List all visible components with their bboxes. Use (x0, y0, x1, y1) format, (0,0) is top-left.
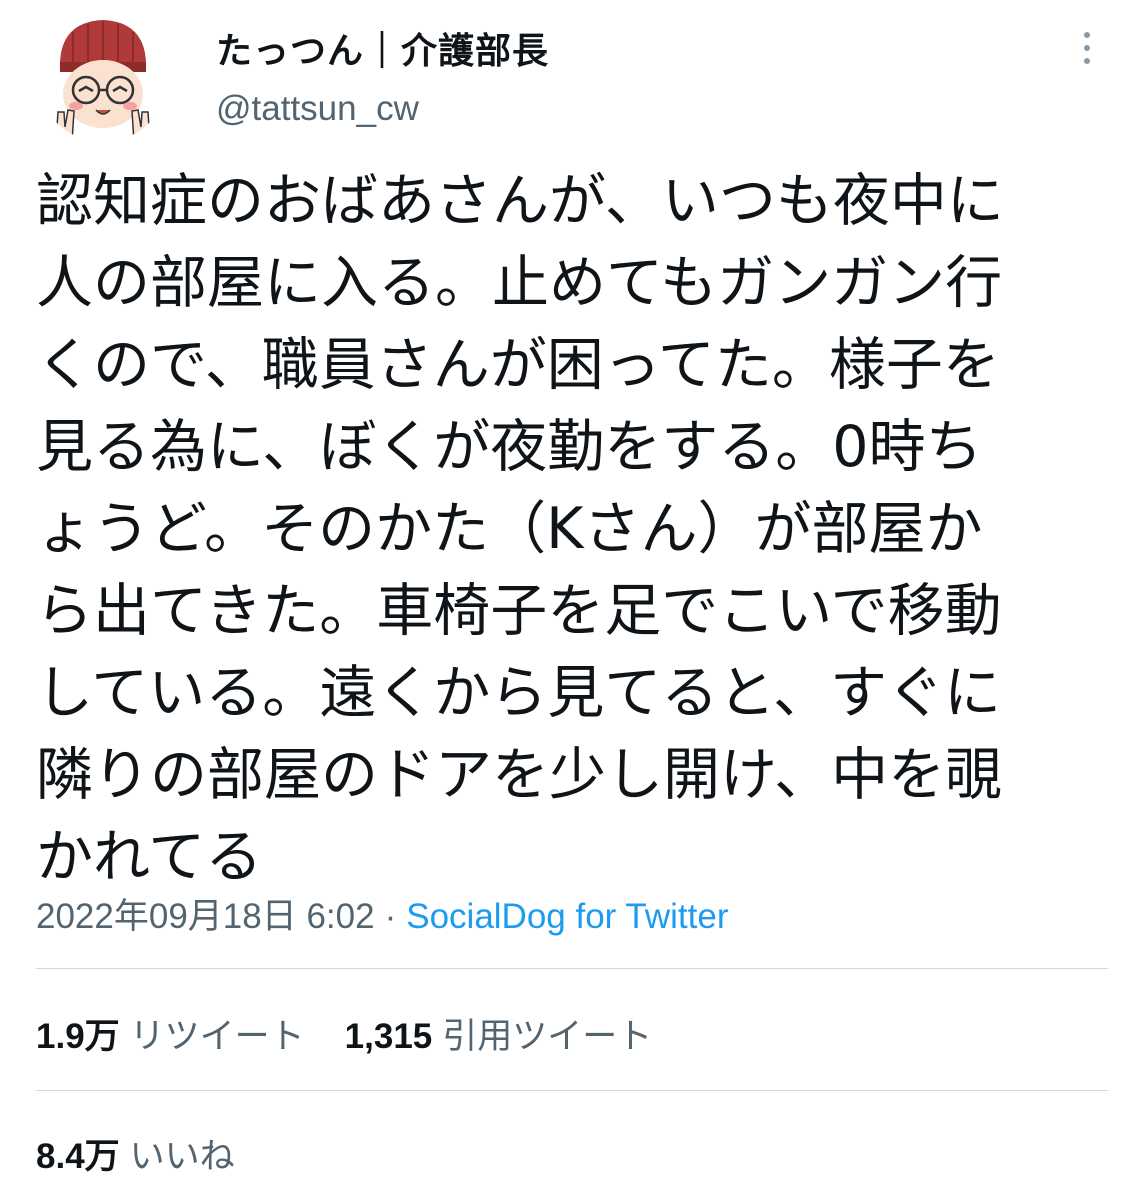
divider (36, 968, 1108, 969)
retweets-label: リツイート (129, 1017, 305, 1057)
more-options-icon[interactable] (1070, 26, 1104, 70)
tweet-detail: たっつん｜介護部長 @tattsun_cw 認知症のおばあさんが、いつも夜中に … (0, 0, 1129, 1200)
tweet-text-line: 認知症のおばあさんが、いつも夜中に (36, 168, 1004, 234)
engagement-stats: 1.9万 リツイート 1,315 引用ツイート (36, 1008, 692, 1059)
quotes-count: 1,315 (344, 1017, 433, 1056)
user-handle[interactable]: @tattsun_cw (216, 89, 419, 129)
likes-label: いいね (129, 1137, 235, 1177)
tweet-timestamp[interactable]: 2022年09月18日 6:02 (36, 897, 375, 936)
retweets-count: 1.9万 (36, 1017, 120, 1056)
likes-stat[interactable]: 8.4万 いいね (36, 1128, 235, 1179)
tweet-text-line: ょうど。そのかた（Kさん）が部屋か (36, 496, 983, 562)
tweet-text-line: 隣りの部屋のドアを少し開け、中を覗 (36, 742, 1003, 808)
meta-separator: · (384, 897, 397, 936)
tweet-text-line: している。遠くから見てると、すぐに (36, 660, 1002, 726)
retweets-stat[interactable]: 1.9万 リツイート (36, 1008, 305, 1059)
tweet-text-line: くので、職員さんが困ってた。様子を (36, 332, 1000, 398)
tweet-text-line: ら出てきた。車椅子を足でこいで移動 (36, 578, 1002, 644)
likes-stats: 8.4万 いいね (36, 1128, 275, 1179)
tweet-text-line: かれてる (36, 824, 263, 890)
quotes-stat[interactable]: 1,315 引用ツイート (345, 1008, 653, 1059)
avatar[interactable] (38, 12, 168, 142)
tweet-text: 認知症のおばあさんが、いつも夜中に 人の部屋に入る。止めてもガンガン行 くので、… (36, 160, 1111, 898)
avatar-illustration-icon (38, 12, 168, 142)
tweet-text-line: 人の部屋に入る。止めてもガンガン行 (36, 250, 1003, 316)
divider (36, 1090, 1108, 1091)
tweet-meta: 2022年09月18日 6:02 · SocialDog for Twitter (36, 888, 729, 939)
tweet-source-link[interactable]: SocialDog for Twitter (406, 897, 728, 936)
display-name[interactable]: たっつん｜介護部長 (216, 22, 549, 74)
likes-count: 8.4万 (36, 1137, 120, 1176)
quotes-label: 引用ツイート (442, 1017, 653, 1057)
tweet-text-line: 見る為に、ぼくが夜勤をする。0時ち (36, 414, 983, 480)
